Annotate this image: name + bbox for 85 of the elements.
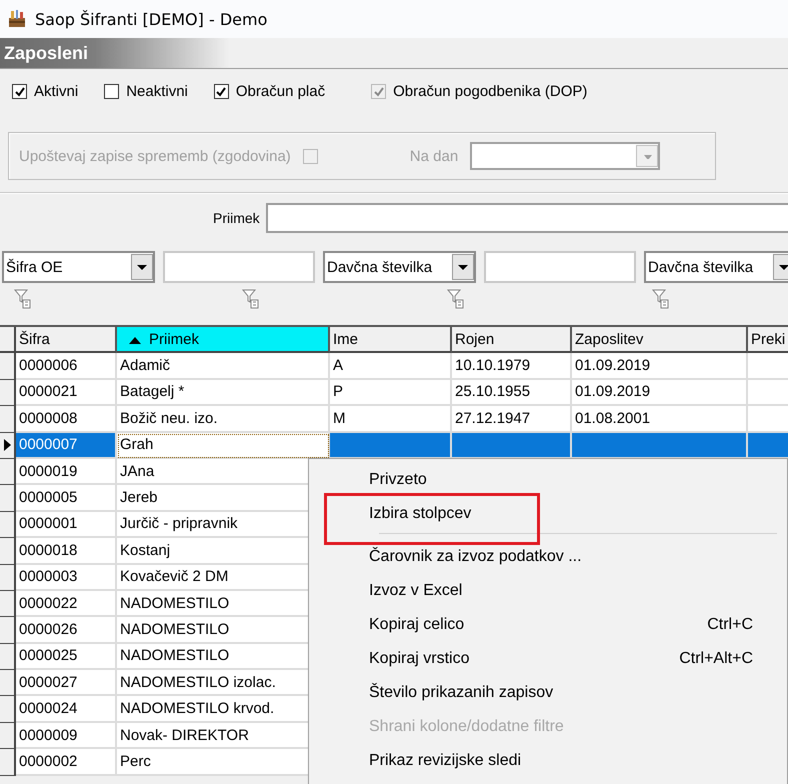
window-title: Saop Šifranti [DEMO] - Demo (35, 10, 268, 28)
table-cell: 0000025 (16, 644, 117, 670)
dropdown-arrow-icon (136, 264, 148, 270)
surname-field[interactable] (266, 203, 788, 233)
dropdown-arrow-icon (778, 264, 788, 270)
checkbox-label: Neaktivni (126, 83, 188, 100)
table-cell: 25.10.1955 (452, 380, 572, 406)
section-title: Zaposleni (4, 42, 88, 64)
table-cell: 27.12.1947 (452, 406, 572, 433)
filter-icon (242, 289, 259, 309)
column-header[interactable]: Priimek (117, 327, 330, 354)
row-header[interactable] (0, 538, 16, 565)
row-header[interactable] (0, 380, 16, 406)
checkmark-icon (215, 86, 228, 98)
filter-icon (447, 289, 464, 309)
table-cell: 0000007 (16, 432, 117, 459)
field-label: Priimek (213, 210, 260, 226)
table-cell: 0000001 (16, 512, 117, 538)
table-cell: 0000022 (16, 590, 117, 618)
toolbox-icon (7, 9, 27, 29)
table-cell: 0000021 (16, 380, 117, 406)
checkbox-label: Obračun plač (236, 83, 326, 100)
table-cell: 0000008 (16, 406, 117, 433)
table-cell: 0000005 (16, 485, 117, 512)
column-dropdown[interactable]: Davčna številka (323, 251, 476, 283)
column-header[interactable]: Ime (330, 327, 452, 354)
table-cell: 0000027 (16, 670, 117, 696)
column-header[interactable]: Šifra (16, 327, 117, 354)
column-header[interactable]: Zaposlitev (572, 327, 748, 354)
row-header[interactable] (0, 590, 16, 618)
filter-field[interactable] (163, 251, 315, 283)
row-header[interactable] (0, 406, 16, 433)
row-header[interactable] (0, 644, 16, 670)
table-cell: 01.08.2001 (572, 406, 748, 433)
checkmark-icon (372, 86, 385, 98)
filter-field[interactable] (484, 251, 636, 283)
row-header[interactable] (0, 564, 16, 591)
table-cell: Batagelj * (117, 380, 330, 406)
row-header[interactable] (0, 670, 16, 696)
checkbox[interactable] (104, 84, 120, 99)
table-cell: Adamič (117, 353, 330, 380)
table-cell: M (330, 406, 452, 433)
date-dropdown[interactable] (470, 142, 660, 170)
table-cell: 10.10.1979 (452, 353, 572, 380)
row-header[interactable] (0, 512, 16, 538)
table-cell: A (330, 353, 452, 380)
filter-icon (14, 289, 31, 309)
field-label: Na dan (410, 148, 458, 164)
current-row-icon (4, 439, 12, 452)
table-cell: 0000009 (16, 722, 117, 750)
shortcut-label: Ctrl+C (707, 616, 753, 634)
dropdown-arrow-icon (457, 264, 469, 270)
table-cell: 01.09.2019 (572, 353, 748, 380)
row-header[interactable] (0, 617, 16, 644)
column-dropdown[interactable]: Šifra OE (2, 251, 155, 283)
row-header[interactable] (0, 353, 16, 380)
row-header[interactable] (0, 749, 16, 776)
checkbox-label: Upoštevaj zapise sprememb (zgodovina) (19, 148, 291, 164)
sort-ascending-icon (129, 334, 141, 344)
table-cell: 01.09.2019 (572, 380, 748, 406)
row-header[interactable] (0, 485, 16, 512)
filter-icon (652, 289, 669, 309)
checkbox-label: Obračun pogodbenika (DOP) (393, 83, 588, 100)
checkbox-label: Aktivni (34, 83, 78, 100)
table-cell: 0000002 (16, 749, 117, 776)
row-header[interactable] (0, 458, 16, 486)
column-header[interactable]: Rojen (452, 327, 572, 354)
checkmark-icon (14, 86, 26, 98)
shortcut-label: Ctrl+Alt+C (679, 650, 753, 668)
table-cell: 0000019 (16, 458, 117, 486)
header-corner (0, 327, 16, 354)
table-cell: 0000006 (16, 353, 117, 380)
checkbox[interactable] (214, 84, 229, 99)
table-cell: 0000024 (16, 696, 117, 723)
table-cell: Božič neu. izo. (117, 406, 330, 433)
table-cell: 0000003 (16, 564, 117, 591)
table-cell: Grah (117, 432, 330, 459)
row-header[interactable] (0, 696, 16, 723)
column-dropdown[interactable]: Davčna številka (644, 251, 788, 283)
table-cell: P (330, 380, 452, 406)
checkbox[interactable] (12, 84, 27, 99)
row-header[interactable] (0, 722, 16, 750)
row-header[interactable] (0, 432, 16, 459)
table-cell: 0000026 (16, 617, 117, 644)
table-cell: 0000018 (16, 538, 117, 565)
